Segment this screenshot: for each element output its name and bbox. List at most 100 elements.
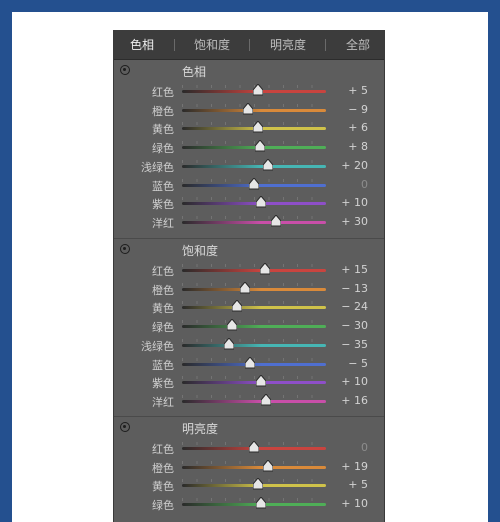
slider-track[interactable] xyxy=(182,399,326,403)
slider-value[interactable]: − 13 xyxy=(341,282,368,295)
slider-ticks xyxy=(182,215,326,219)
slider-thumb-icon[interactable] xyxy=(239,281,250,294)
slider-row: 绿色 − 30 xyxy=(114,317,384,335)
slider-label: 红色 xyxy=(152,86,174,99)
tab-divider xyxy=(173,38,175,51)
slider-label: 洋红 xyxy=(152,216,174,230)
slider-track[interactable] xyxy=(182,108,326,112)
slider-value[interactable]: − 5 xyxy=(348,357,368,370)
tab-divider xyxy=(249,38,251,51)
slider-thumb-icon[interactable] xyxy=(262,459,273,472)
tab-divider xyxy=(325,38,327,51)
slider-row: 橙色 − 9 xyxy=(114,101,384,119)
slider-thumb-icon[interactable] xyxy=(263,158,274,171)
slider-value[interactable]: + 10 xyxy=(341,375,368,388)
hsl-panel: 色相 饱和度 明亮度 全部 色相 红色 + 5 橙色 − 9 黄色 + 6 绿色 + 8 浅绿色 +… xyxy=(114,30,384,522)
slider-value[interactable]: 0 xyxy=(361,441,368,454)
slider-track[interactable] xyxy=(182,343,326,347)
slider-row: 黄色 + 5 xyxy=(114,476,384,494)
slider-value[interactable]: + 6 xyxy=(348,121,368,134)
slider-thumb-icon[interactable] xyxy=(231,300,242,312)
target-radio-icon[interactable] xyxy=(120,244,130,254)
slider-ticks xyxy=(182,460,326,464)
slider-label: 红色 xyxy=(152,443,174,456)
slider-row: 黄色 − 24 xyxy=(114,298,384,316)
slider-thumb-icon[interactable] xyxy=(260,393,271,406)
slider-value[interactable]: + 16 xyxy=(341,394,368,407)
slider-track[interactable] xyxy=(182,269,326,272)
slider-row: 蓝色 0 xyxy=(114,176,384,194)
slider-thumb-icon[interactable] xyxy=(256,497,267,509)
slider-row: 浅绿色 + 20 xyxy=(114,157,384,175)
tab-luminance[interactable]: 明亮度 xyxy=(270,36,306,53)
slider-label: 橙色 xyxy=(152,283,174,297)
section-title: 饱和度 xyxy=(182,244,219,258)
section-hue: 色相 红色 + 5 橙色 − 9 黄色 + 6 绿色 + 8 浅绿色 + 20 蓝色 0 紫色 + 10 洋红… xyxy=(114,60,384,238)
slider-value[interactable]: + 19 xyxy=(341,460,368,473)
slider-row: 紫色 + 10 xyxy=(114,373,384,391)
slider-track[interactable] xyxy=(182,287,326,291)
section-title: 色相 xyxy=(182,65,207,79)
slider-label: 蓝色 xyxy=(152,179,174,193)
slider-row: 洋红 + 30 xyxy=(114,213,384,231)
slider-label: 黄色 xyxy=(152,480,174,494)
slider-value[interactable]: + 10 xyxy=(341,497,368,510)
slider-track[interactable] xyxy=(182,465,326,469)
slider-thumb-icon[interactable] xyxy=(249,441,259,453)
target-radio-icon[interactable] xyxy=(120,65,130,75)
slider-label: 绿色 xyxy=(152,321,174,335)
slider-thumb-icon[interactable] xyxy=(256,375,267,387)
slider-thumb-icon[interactable] xyxy=(259,263,270,275)
section-luminance: 明亮度 红色 0 橙色 + 19 黄色 + 5 绿色 + 10 xyxy=(114,416,384,522)
slider-value[interactable]: − 30 xyxy=(341,319,368,332)
slider-value[interactable]: + 20 xyxy=(341,159,368,172)
slider-value[interactable]: + 15 xyxy=(341,263,368,276)
slider-thumb-icon[interactable] xyxy=(270,214,281,227)
target-radio-icon[interactable] xyxy=(120,422,130,432)
slider-value[interactable]: + 5 xyxy=(348,84,368,97)
slider-value[interactable]: 0 xyxy=(361,178,368,191)
tab-saturation[interactable]: 饱和度 xyxy=(194,36,230,53)
slider-track[interactable] xyxy=(182,306,326,310)
slider-track[interactable] xyxy=(182,325,326,329)
slider-value[interactable]: − 35 xyxy=(341,338,368,351)
slider-ticks xyxy=(182,394,326,398)
slider-thumb-icon[interactable] xyxy=(242,102,253,115)
slider-label: 紫色 xyxy=(152,377,174,391)
tab-hue[interactable]: 色相 xyxy=(130,36,154,53)
tab-all[interactable]: 全部 xyxy=(346,36,370,53)
slider-track[interactable] xyxy=(182,503,326,507)
slider-thumb-icon[interactable] xyxy=(249,177,259,190)
slider-thumb-icon[interactable] xyxy=(227,319,238,331)
slider-label: 蓝色 xyxy=(152,358,174,372)
slider-row: 红色 0 xyxy=(114,439,384,457)
slider-row: 蓝色 − 5 xyxy=(114,355,384,373)
slider-ticks xyxy=(182,320,326,324)
slider-thumb-icon[interactable] xyxy=(256,196,267,208)
slider-label: 洋红 xyxy=(152,395,174,409)
slider-track[interactable] xyxy=(182,381,326,385)
slider-ticks xyxy=(182,264,326,267)
slider-thumb-icon[interactable] xyxy=(245,356,256,369)
slider-label: 紫色 xyxy=(152,198,174,212)
slider-thumb-icon[interactable] xyxy=(253,121,264,133)
slider-thumb-icon[interactable] xyxy=(254,140,265,152)
slider-row: 洋红 + 16 xyxy=(114,392,384,410)
slider-ticks xyxy=(182,159,326,163)
slider-value[interactable]: + 30 xyxy=(341,215,368,228)
slider-value[interactable]: + 8 xyxy=(348,140,368,153)
slider-track[interactable] xyxy=(182,220,326,224)
slider-label: 浅绿色 xyxy=(141,160,174,174)
slider-value[interactable]: + 5 xyxy=(348,478,368,491)
slider-label: 黄色 xyxy=(152,302,174,316)
slider-thumb-icon[interactable] xyxy=(252,84,263,96)
slider-value[interactable]: + 10 xyxy=(341,196,368,209)
slider-thumb-icon[interactable] xyxy=(223,337,234,350)
slider-row: 绿色 + 8 xyxy=(114,138,384,156)
slider-track[interactable] xyxy=(182,202,326,206)
slider-track[interactable] xyxy=(182,164,326,168)
slider-thumb-icon[interactable] xyxy=(252,478,263,490)
slider-value[interactable]: − 24 xyxy=(341,300,368,313)
slider-ticks xyxy=(182,197,326,201)
slider-value[interactable]: − 9 xyxy=(348,103,368,116)
